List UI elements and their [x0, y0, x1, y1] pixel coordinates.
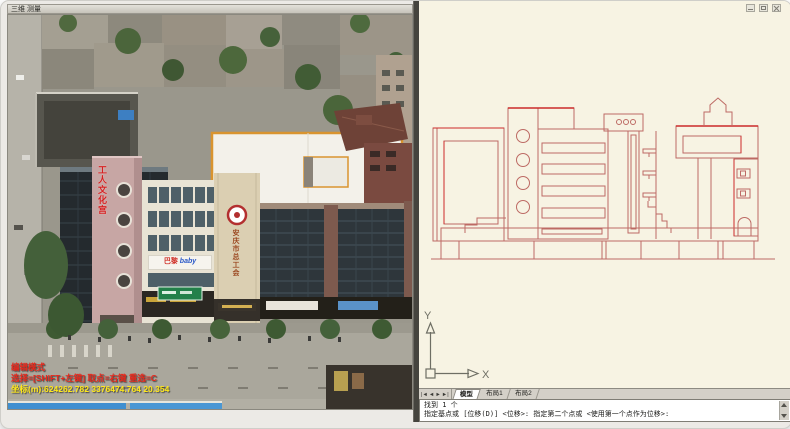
scroll-up-icon[interactable] — [781, 403, 787, 407]
overlay-coordinates: 坐标(m):624262.782 3376474.764 20.354 — [11, 384, 169, 395]
building-sign-workers-palace: 工人文化宫 — [96, 165, 109, 215]
cad-panel: Y X |◄ ◄ ► ►| 模型 布局1 布局2 找到 1 个 指定基点或 [位… — [419, 1, 790, 422]
viewer-title: 三维 测量 — [11, 6, 41, 13]
tab-nav-last-icon[interactable]: ►| — [442, 392, 449, 398]
overlay-mode-label: 编辑模式 — [11, 362, 169, 373]
command-prompt-line: 指定基点或 [位移(D)] <位移>: 指定第二个点或 <使用第一个点作为位移>… — [424, 410, 778, 419]
large-tree — [24, 231, 68, 299]
command-scrollbar[interactable] — [779, 401, 789, 420]
window-controls — [746, 4, 781, 12]
bottom-right-shop — [326, 365, 412, 409]
command-line[interactable]: 找到 1 个 指定基点或 [位移(D)] <位移>: 指定第二个点或 <使用第一… — [419, 399, 790, 422]
command-history-line: 找到 1 个 — [424, 401, 778, 410]
scroll-down-icon[interactable] — [781, 414, 787, 418]
dark-roof-building — [36, 93, 138, 167]
aerial-photo-viewport[interactable]: 工人文化宫 安庆市总工会 巴黎 baby 编辑模式 选择=[SHIFT+左键] … — [7, 14, 413, 410]
tab-nav-prev-icon[interactable]: ◄ — [429, 392, 434, 398]
app-window: 三维 测量 — [0, 0, 790, 429]
viewer-titlebar[interactable]: 三维 测量 — [7, 4, 413, 14]
ucs-y-label: Y — [424, 310, 432, 322]
minimize-icon[interactable] — [746, 4, 755, 12]
maximize-icon[interactable] — [759, 4, 768, 12]
ucs-x-label: X — [482, 369, 490, 381]
building-sign-baby: 巴黎 baby — [148, 255, 212, 270]
tab-nav-next-icon[interactable]: ► — [435, 392, 440, 398]
building-sign-union: 安庆市总工会 — [230, 229, 240, 277]
aerial-photo-graphic — [8, 15, 412, 409]
glass-towers-right — [260, 201, 412, 319]
tab-nav-first-icon[interactable]: |◄ — [421, 392, 428, 398]
viewer-3d-panel: 三维 测量 — [7, 4, 413, 408]
edit-mode-overlay: 编辑模式 选择=[SHIFT+左键] 取点=右键 重选=C 坐标(m):6242… — [11, 362, 169, 395]
baby-sign-cn: 巴黎 — [164, 258, 178, 265]
overlay-hint-label: 选择=[SHIFT+左键] 取点=右键 重选=C — [11, 373, 169, 384]
cad-drawing-canvas[interactable]: Y X — [419, 1, 790, 388]
close-icon[interactable] — [772, 4, 781, 12]
baby-sign-en: baby — [180, 258, 196, 265]
blue-awning — [8, 403, 126, 409]
